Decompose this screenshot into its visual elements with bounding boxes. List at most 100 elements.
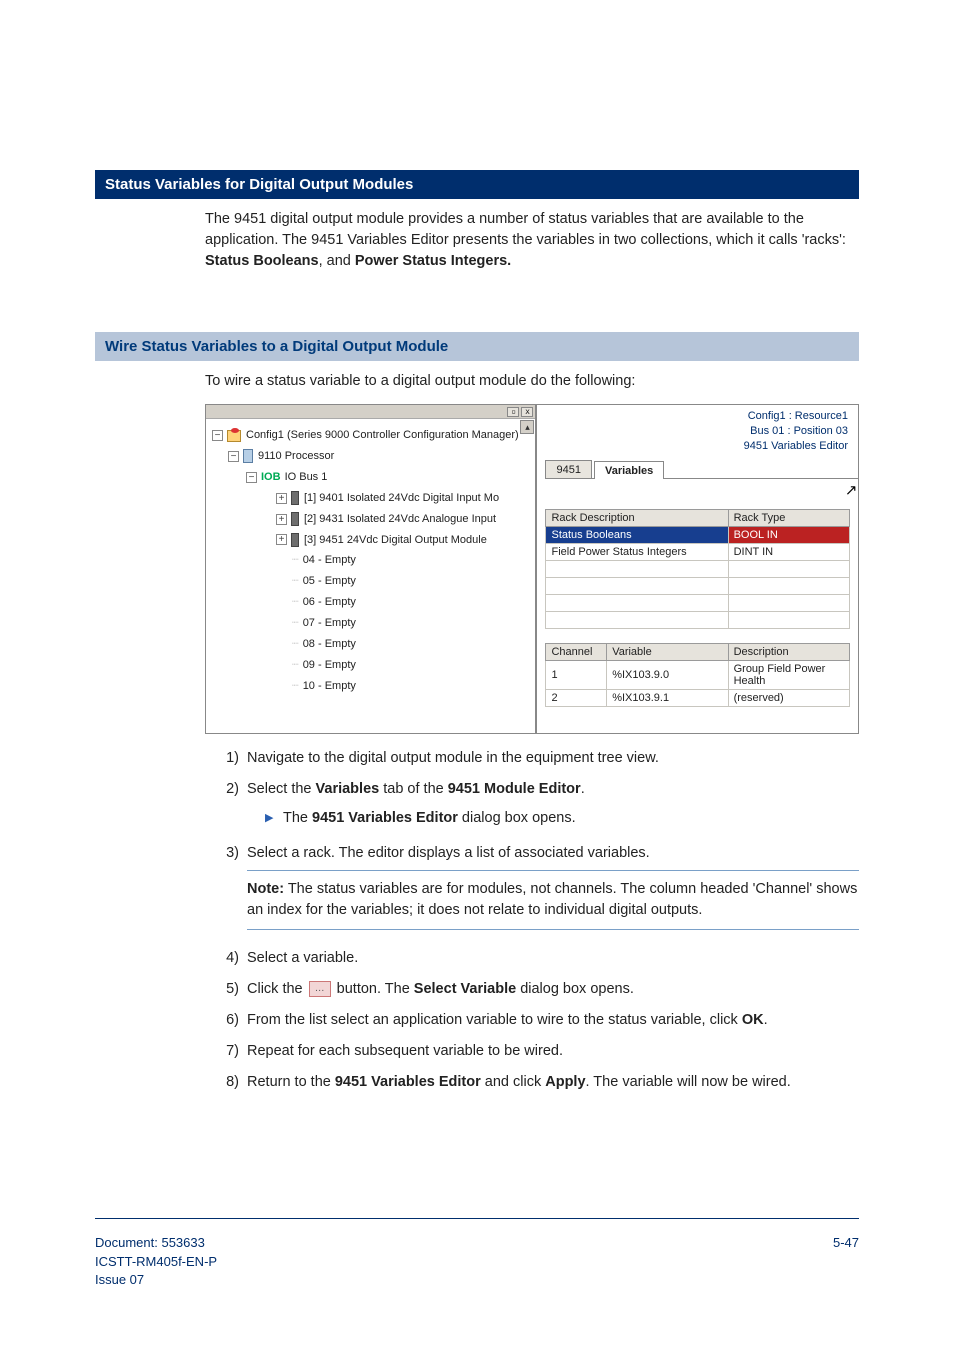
rack-cell-desc: Field Power Status Integers <box>546 543 728 560</box>
tab-9451[interactable]: 9451 <box>545 460 591 478</box>
step-2: Select the Variables tab of the 9451 Mod… <box>225 779 859 843</box>
tree-iobus[interactable]: − IOB IO Bus 1 <box>246 467 531 488</box>
intro-text: , and <box>319 253 355 269</box>
variable-grid[interactable]: Channel Variable Description 1 %IX103.9.… <box>545 643 850 707</box>
collapse-icon[interactable]: − <box>212 430 223 441</box>
step-text: Select a rack. The editor displays a lis… <box>247 845 650 861</box>
tree-connector-icon: ┈ <box>292 676 300 697</box>
step-bold: Variables <box>316 781 380 797</box>
ellipsis-button-icon: … <box>309 981 331 997</box>
tree-connector-icon: ┈ <box>292 550 300 571</box>
tree-slot-empty[interactable]: ┈ 07 - Empty <box>292 613 531 634</box>
step-text: Select a variable. <box>247 950 358 966</box>
section-heading-2: Wire Status Variables to a Digital Outpu… <box>95 332 859 361</box>
expand-icon[interactable]: + <box>276 493 287 504</box>
tree-connector-icon: ┈ <box>292 634 300 655</box>
collapse-icon[interactable]: − <box>228 451 239 462</box>
tree-slot-empty[interactable]: ┈ 06 - Empty <box>292 592 531 613</box>
tree-empty-label: 10 - Empty <box>303 676 356 697</box>
tree-slot-label: [3] 9451 24Vdc Digital Output Module <box>304 530 487 551</box>
tree-slot[interactable]: + [1] 9401 Isolated 24Vdc Digital Input … <box>276 488 531 509</box>
tree-connector-icon: ┈ <box>292 613 300 634</box>
tree-slot-empty[interactable]: ┈ 08 - Empty <box>292 634 531 655</box>
step-text: and click <box>481 1074 545 1090</box>
footer-page: 5-47 <box>833 1234 859 1289</box>
rack-header-type: Rack Type <box>728 509 849 526</box>
processor-icon <box>243 449 253 463</box>
var-cell-variable: %IX103.9.0 <box>607 660 728 689</box>
var-cell-channel: 2 <box>546 689 607 706</box>
expand-icon[interactable]: + <box>276 514 287 525</box>
tree-connector-icon: ┈ <box>292 571 300 592</box>
editor-context-line: 9451 Variables Editor <box>547 439 848 454</box>
step-text: Navigate to the digital output module in… <box>247 750 659 766</box>
rack-grid[interactable]: Rack Description Rack Type Status Boolea… <box>545 509 850 629</box>
step-text: From the list select an application vari… <box>247 1012 742 1028</box>
intro-bold-2: Power Status Integers. <box>355 253 511 269</box>
expand-icon[interactable]: + <box>276 534 287 545</box>
tree-root[interactable]: − Config1 (Series 9000 Controller Config… <box>212 425 531 446</box>
rack-cell-type: DINT IN <box>728 543 849 560</box>
rack-row-empty <box>546 594 850 611</box>
section-heading-1: Status Variables for Digital Output Modu… <box>95 170 859 199</box>
note-label: Note: <box>247 881 284 897</box>
tree-processor[interactable]: − 9110 Processor <box>228 446 531 467</box>
var-cell-desc: Group Field Power Health <box>728 660 849 689</box>
step-text: Repeat for each subsequent variable to b… <box>247 1043 563 1059</box>
editor-context-line: Bus 01 : Position 03 <box>547 424 848 439</box>
step-text: button. The <box>333 981 414 997</box>
step-text: . <box>764 1012 768 1028</box>
step-3: Select a rack. The editor displays a lis… <box>225 843 859 948</box>
intro-bold-1: Status Booleans <box>205 253 319 269</box>
variable-row[interactable]: 1 %IX103.9.0 Group Field Power Health <box>546 660 850 689</box>
iob-icon: IOB <box>261 467 281 488</box>
intro-paragraph: The 9451 digital output module provides … <box>205 209 859 272</box>
step-bold: Select Variable <box>414 981 516 997</box>
tab-variables[interactable]: Variables <box>594 461 664 479</box>
var-header-channel: Channel <box>546 643 607 660</box>
tree-connector-icon: ┈ <box>292 655 300 676</box>
tree-slot[interactable]: + [3] 9451 24Vdc Digital Output Module <box>276 530 531 551</box>
rack-row[interactable]: Field Power Status Integers DINT IN <box>546 543 850 560</box>
tree-slot-empty[interactable]: ┈ 04 - Empty <box>292 550 531 571</box>
sub-text: dialog box opens. <box>458 810 576 826</box>
editor-context-line: Config1 : Resource1 <box>547 409 848 424</box>
step-4: Select a variable. <box>225 948 859 979</box>
rack-row-selected[interactable]: Status Booleans BOOL IN <box>546 526 850 543</box>
tree-iobus-label: IO Bus 1 <box>285 467 328 488</box>
pin-icon[interactable]: ▫ <box>507 407 519 417</box>
rack-cell-type: BOOL IN <box>728 526 849 543</box>
tree-root-label: Config1 (Series 9000 Controller Configur… <box>246 425 519 446</box>
tree-slot-empty[interactable]: ┈ 09 - Empty <box>292 655 531 676</box>
intro-text: The 9451 digital output module provides … <box>205 211 846 248</box>
step-bold: 9451 Module Editor <box>448 781 581 797</box>
cursor-icon: ↖ <box>647 481 858 499</box>
tree-slot-empty[interactable]: ┈ 10 - Empty <box>292 676 531 697</box>
tree-slot-label: [2] 9431 Isolated 24Vdc Analogue Input <box>304 509 496 530</box>
note-box: Note: The status variables are for modul… <box>247 870 859 930</box>
variables-editor-pane: Config1 : Resource1 Bus 01 : Position 03… <box>536 404 859 734</box>
rack-header-desc: Rack Description <box>546 509 728 526</box>
variable-row[interactable]: 2 %IX103.9.1 (reserved) <box>546 689 850 706</box>
tree-connector-icon: ┈ <box>292 592 300 613</box>
lead-text: To wire a status variable to a digital o… <box>205 371 859 392</box>
step-6: From the list select an application vari… <box>225 1010 859 1041</box>
footer-issue: Issue 07 <box>95 1271 217 1289</box>
close-icon[interactable]: x <box>521 407 533 417</box>
module-icon <box>291 491 299 505</box>
collapse-icon[interactable]: − <box>246 472 257 483</box>
scroll-up-button[interactable]: ▴ <box>520 420 534 434</box>
tree-slot-empty[interactable]: ┈ 05 - Empty <box>292 571 531 592</box>
step-2-sub: ▶ The 9451 Variables Editor dialog box o… <box>265 808 859 829</box>
step-8: Return to the 9451 Variables Editor and … <box>225 1072 859 1103</box>
tree-slot[interactable]: + [2] 9431 Isolated 24Vdc Analogue Input <box>276 509 531 530</box>
rack-cell-desc: Status Booleans <box>546 526 728 543</box>
module-icon <box>291 512 299 526</box>
tree-empty-label: 05 - Empty <box>303 571 356 592</box>
equipment-tree-pane: ▫ x ▴ − Config1 (Series 9000 Controller … <box>205 404 536 734</box>
config-icon <box>227 430 241 442</box>
var-cell-channel: 1 <box>546 660 607 689</box>
step-text: tab of the <box>379 781 448 797</box>
module-icon <box>291 533 299 547</box>
footer-doc: Document: 553633 <box>95 1234 217 1252</box>
